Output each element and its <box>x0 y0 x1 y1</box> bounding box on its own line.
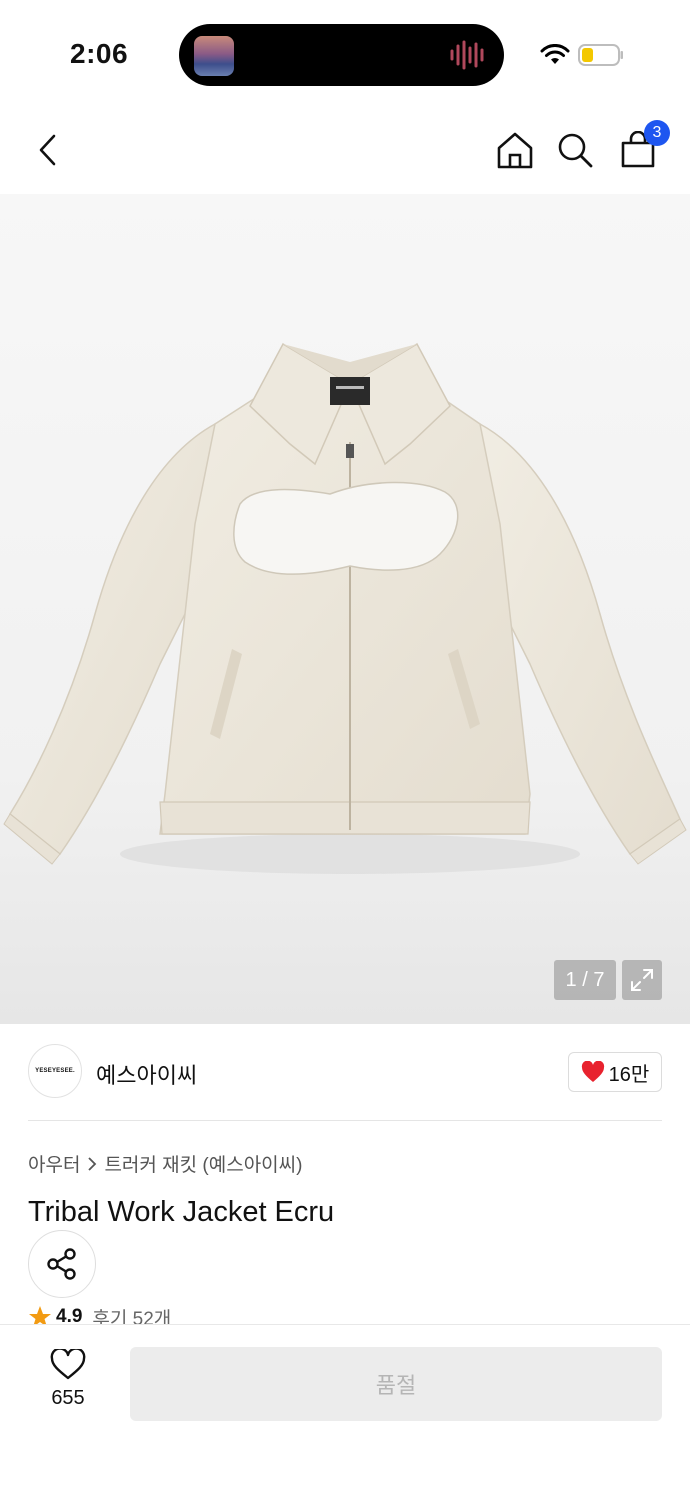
wishlist-button[interactable]: 655 <box>30 1349 106 1419</box>
bottom-action-bar: 655 품절 <box>0 1324 690 1500</box>
brand-logo-text: YESEYESEE. <box>35 1068 75 1074</box>
brand-name[interactable]: 예스아이씨 <box>96 1058 197 1090</box>
image-page-indicator: 1 / 7 <box>554 960 616 1000</box>
expand-icon <box>631 969 653 991</box>
back-icon <box>39 134 56 166</box>
divider <box>28 1120 662 1121</box>
wishlist-count: 655 <box>51 1387 85 1409</box>
breadcrumb: 아우터 트러커 재킷 (예스아이씨) <box>28 1150 302 1177</box>
chevron-right-icon <box>88 1156 97 1171</box>
share-icon <box>47 1248 76 1280</box>
brand-logo[interactable]: YESEYESEE. <box>28 1044 82 1098</box>
now-playing-artwork <box>194 36 234 76</box>
share-button[interactable] <box>28 1230 96 1298</box>
home-icon <box>497 132 533 169</box>
top-nav: 3 <box>0 110 690 194</box>
wifi-icon <box>540 44 570 64</box>
heart-icon <box>581 1061 604 1082</box>
cart-button[interactable]: 3 <box>616 120 670 172</box>
breadcrumb-subcategory[interactable]: 트러커 재킷 (예스아이씨) <box>104 1150 302 1177</box>
heart-outline-icon <box>50 1349 86 1380</box>
brand-like-button[interactable]: 16만 <box>568 1052 662 1092</box>
brand-like-count: 16만 <box>608 1063 650 1086</box>
back-button[interactable] <box>26 128 70 172</box>
product-image <box>3 342 687 874</box>
sold-out-button[interactable]: 품절 <box>130 1347 662 1421</box>
product-title: Tribal Work Jacket Ecru <box>28 1196 335 1228</box>
search-button[interactable] <box>553 128 597 172</box>
product-image-gallery[interactable]: 1 / 7 <box>0 194 690 1024</box>
audio-wave-icon <box>450 40 484 70</box>
home-button[interactable] <box>493 128 537 172</box>
status-time: 2:06 <box>70 38 129 69</box>
dynamic-island[interactable] <box>179 24 504 86</box>
breadcrumb-category[interactable]: 아우터 <box>28 1150 80 1177</box>
status-bar: 2:06 <box>0 0 690 110</box>
cart-count-badge: 3 <box>644 120 670 146</box>
expand-image-button[interactable] <box>622 960 662 1000</box>
brand-row[interactable]: YESEYESEE. 예스아이씨 16만 <box>28 1044 662 1100</box>
search-icon <box>558 133 593 168</box>
battery-icon <box>578 44 623 66</box>
